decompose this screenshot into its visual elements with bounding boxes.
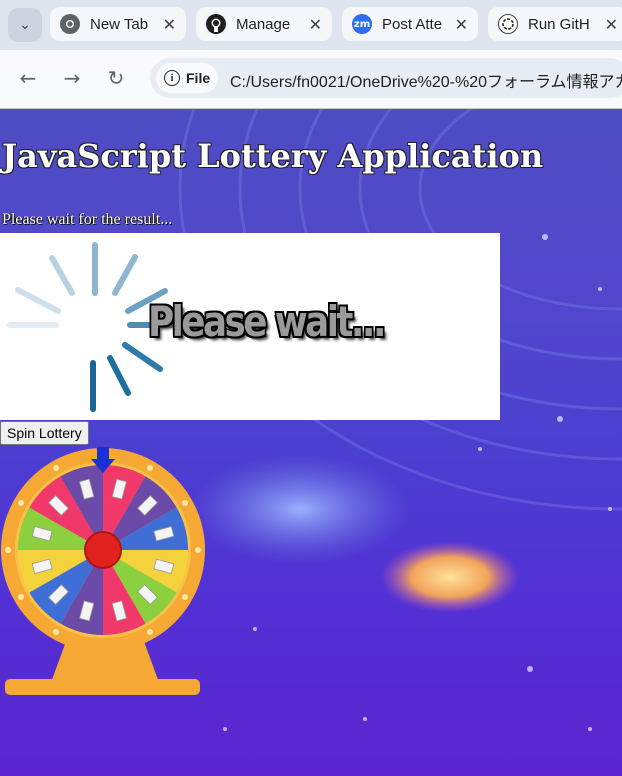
reload-button[interactable]: ↻ [102, 64, 130, 92]
tab-title: Manage [236, 15, 291, 33]
close-icon[interactable]: ✕ [455, 15, 468, 34]
reload-icon: ↻ [107, 66, 125, 90]
forward-button[interactable]: → [58, 64, 86, 92]
tab-post-attendance[interactable]: zm Post Atte ✕ [342, 7, 478, 41]
tab-title: Run GitH [528, 15, 590, 33]
status-text: Please wait for the result... [2, 211, 173, 228]
tab-run-github[interactable]: Run GitH ✕ [488, 7, 622, 41]
zoom-icon: zm [352, 14, 372, 34]
arrow-right-icon: → [63, 66, 81, 90]
scheme-label: File [186, 70, 211, 86]
tab-search-button[interactable]: ⌄ [8, 8, 42, 42]
lottery-wheel [1, 447, 205, 695]
page-title: JavaScript Lottery Application [2, 137, 544, 175]
browser-chrome: ⌄ New Tab ✕ Manage ✕ zm Post Atte ✕ Run … [0, 0, 622, 109]
address-bar[interactable]: i File C:/Users/fn0021/OneDrive%20-%20フォ… [150, 58, 622, 98]
chevron-down-icon: ⌄ [19, 17, 31, 33]
chrome-icon [60, 14, 80, 34]
tab-title: New Tab [90, 15, 149, 33]
tab-manage[interactable]: Manage ✕ [196, 7, 332, 41]
wheel-hub [84, 531, 122, 569]
site-info-chip[interactable]: i File [156, 63, 218, 93]
navigation-bar: ← → ↻ i File C:/Users/fn0021/OneDrive%20… [0, 50, 622, 109]
openai-icon [498, 14, 518, 34]
close-icon[interactable]: ✕ [605, 15, 618, 34]
back-button[interactable]: ← [14, 64, 42, 92]
tab-strip: ⌄ New Tab ✕ Manage ✕ zm Post Atte ✕ Run … [0, 0, 622, 50]
tab-title: Post Atte [382, 15, 443, 33]
github-icon [206, 14, 226, 34]
loading-panel: Please wait... [0, 233, 500, 420]
close-icon[interactable]: ✕ [309, 15, 322, 34]
info-icon: i [164, 70, 180, 86]
close-icon[interactable]: ✕ [163, 15, 176, 34]
spin-lottery-button[interactable]: Spin Lottery [0, 421, 89, 445]
arrow-left-icon: ← [19, 66, 37, 90]
tab-new-tab[interactable]: New Tab ✕ [50, 7, 186, 41]
page-content: JavaScript Lottery Application Please wa… [0, 109, 622, 776]
wheel-base [5, 679, 200, 695]
url-text[interactable]: C:/Users/fn0021/OneDrive%20-%20フォーラム情報アカ [230, 68, 622, 92]
loading-text: Please wait... [148, 297, 387, 346]
